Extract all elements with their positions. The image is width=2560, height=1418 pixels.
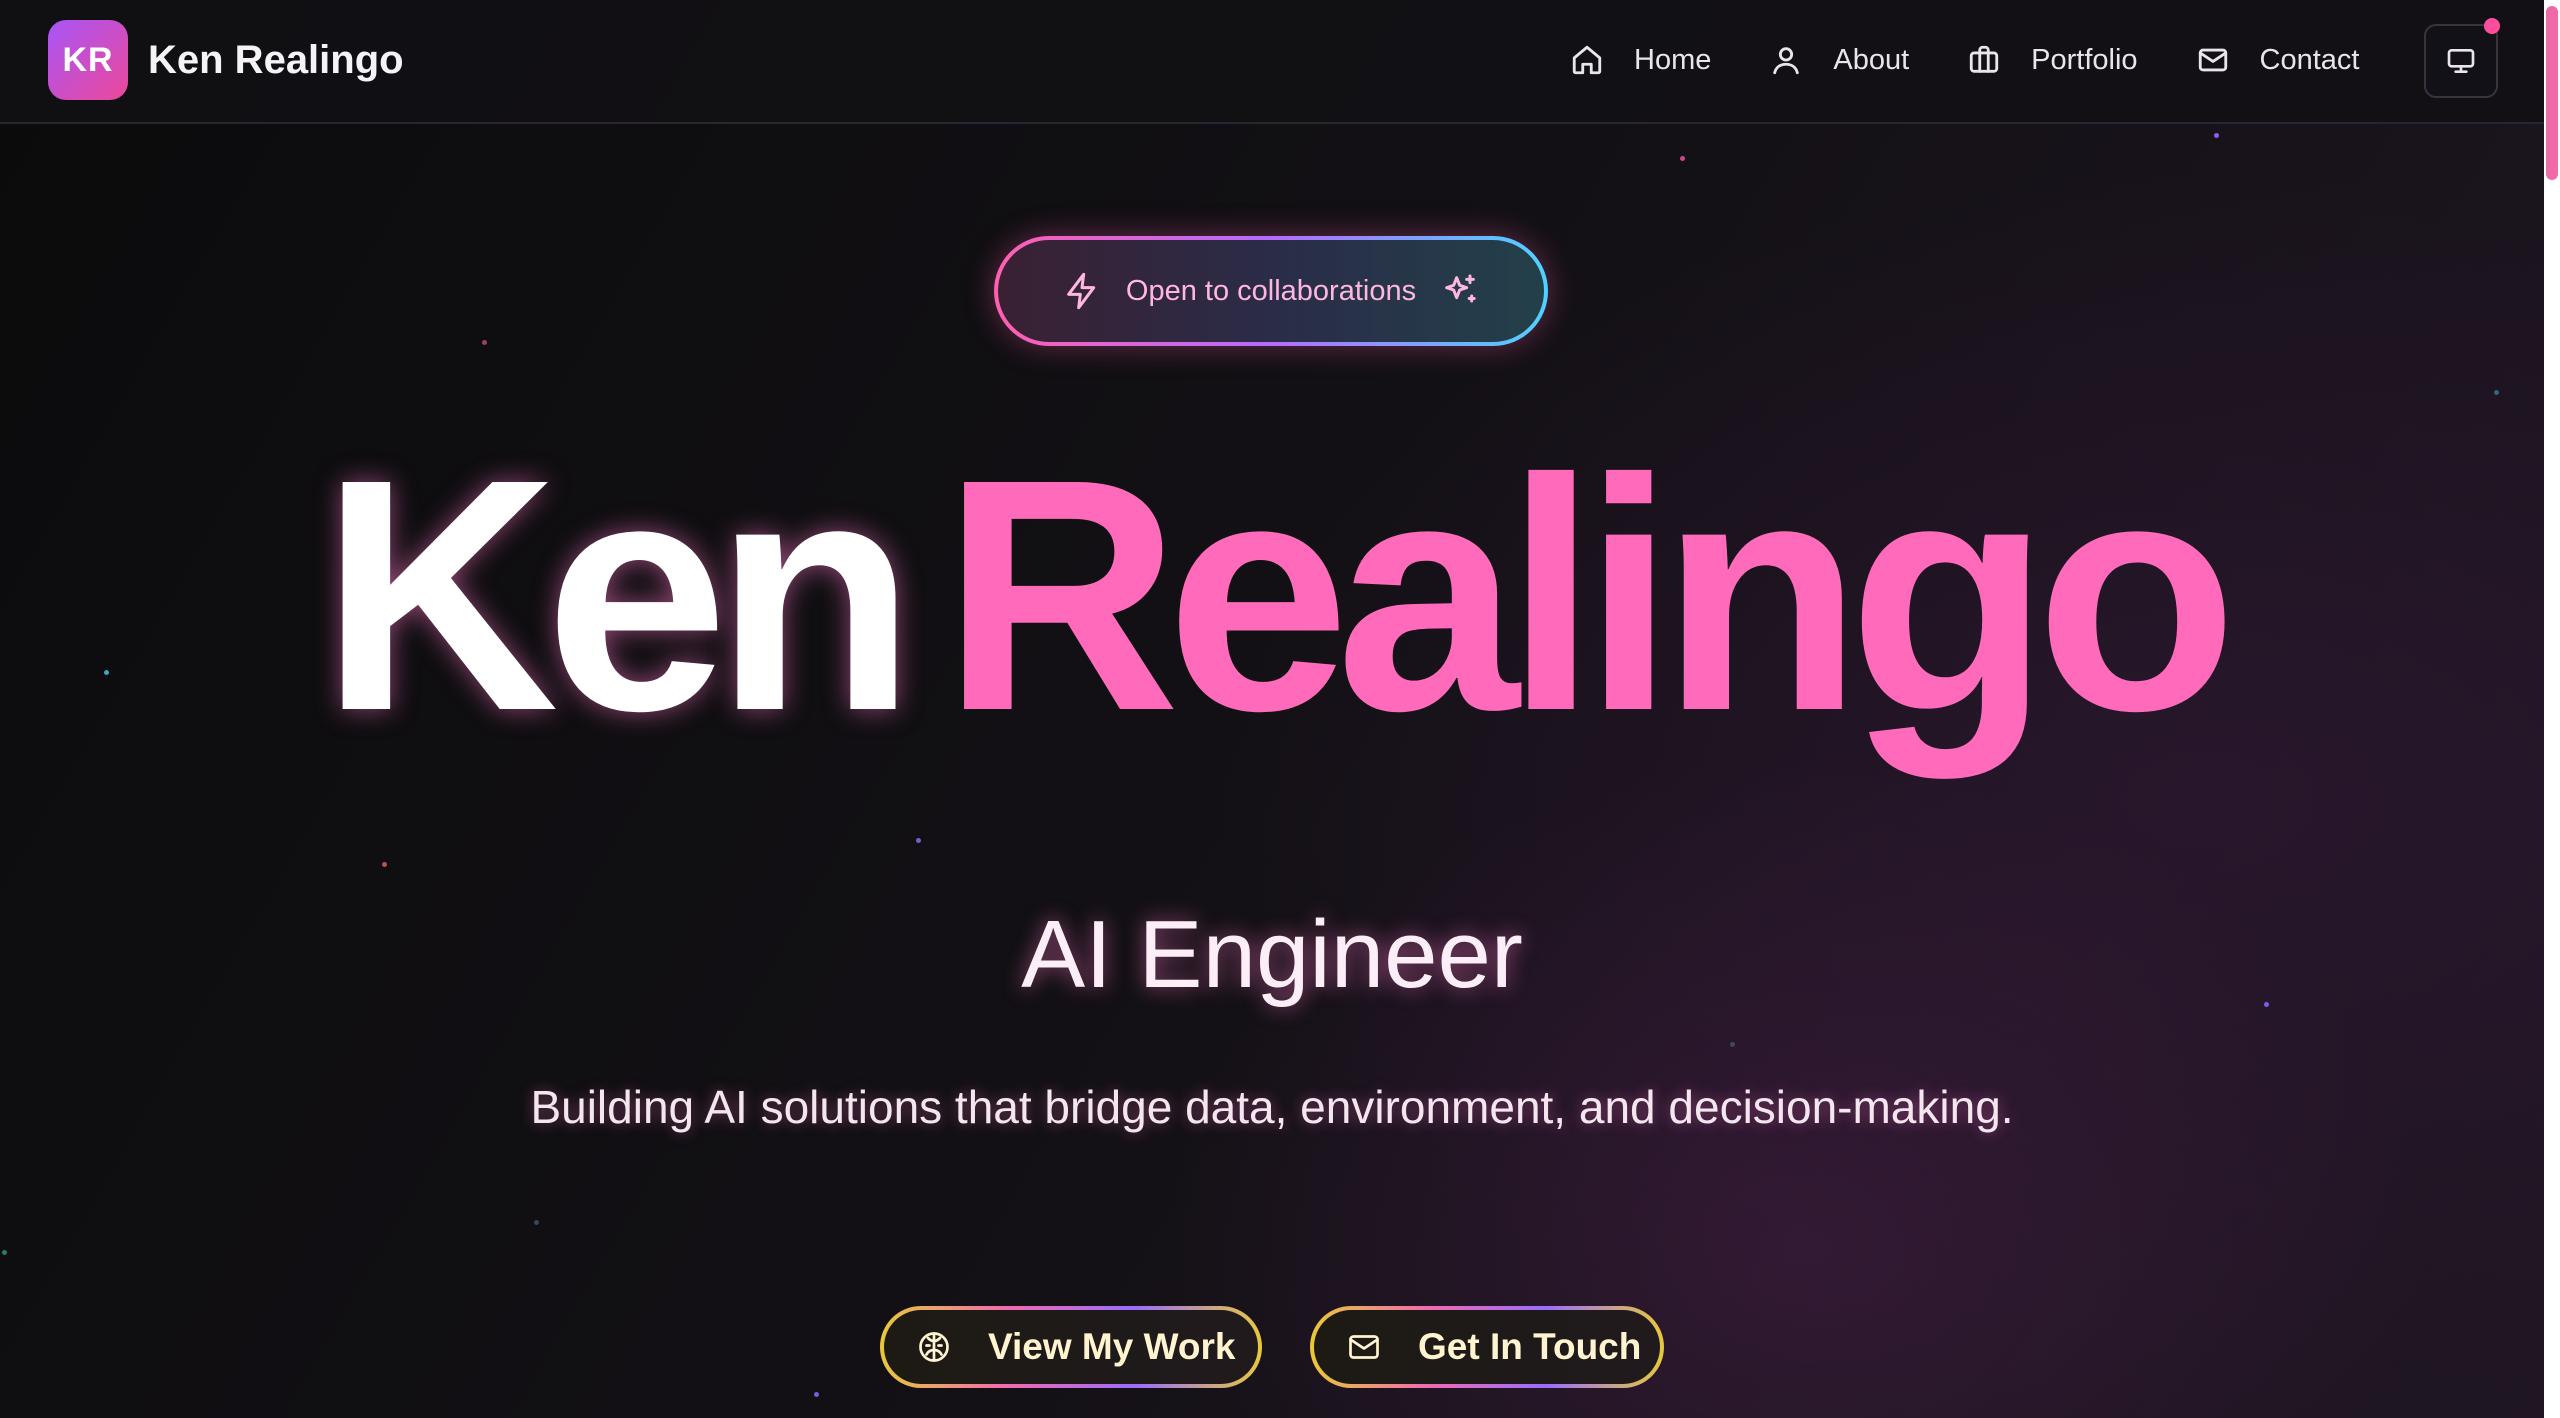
- nav-item-portfolio[interactable]: Portfolio: [1967, 43, 2138, 77]
- get-in-touch-button[interactable]: Get In Touch: [1310, 1306, 1664, 1388]
- star-decoration: [382, 862, 387, 867]
- user-icon: [1773, 47, 1800, 75]
- hero-last-name: Realingo: [941, 410, 2237, 779]
- nav-label-home: Home: [1634, 43, 1712, 76]
- view-my-work-label: View My Work: [988, 1326, 1236, 1367]
- nav-item-home[interactable]: Home: [1570, 43, 1711, 77]
- collaboration-badge[interactable]: Open to collaborations: [994, 236, 1548, 346]
- nav-item-contact[interactable]: Contact: [2196, 43, 2360, 77]
- star-decoration: [2, 1250, 7, 1255]
- star-decoration: [482, 340, 487, 345]
- home-icon: [1572, 45, 1602, 75]
- badge-text: Open to collaborations: [1125, 274, 1417, 307]
- navbar: KR Ken Realingo Home About Portfolio Con…: [0, 0, 2544, 124]
- star-decoration: [1680, 156, 1685, 161]
- sparkles-icon: [1445, 274, 1476, 303]
- notification-dot: [2484, 18, 2500, 34]
- hero-tagline: Building AI solutions that bridge data, …: [530, 1081, 2014, 1133]
- star-decoration: [814, 1392, 819, 1397]
- star-decoration: [2214, 133, 2219, 138]
- nav-label-portfolio: Portfolio: [2031, 43, 2138, 76]
- lightning-icon: [1067, 272, 1096, 310]
- hero-role: AI Engineer: [1021, 901, 1523, 1008]
- nav-label-contact: Contact: [2259, 43, 2360, 76]
- brain-icon: [919, 1332, 949, 1362]
- nav-item-about[interactable]: About: [1769, 43, 1909, 77]
- briefcase-icon: [1969, 45, 1999, 73]
- hero-first-name: Ken: [320, 410, 916, 779]
- view-my-work-button[interactable]: View My Work: [880, 1306, 1262, 1388]
- get-in-touch-label: Get In Touch: [1418, 1326, 1642, 1367]
- scrollbar-thumb[interactable]: [2546, 6, 2558, 180]
- scrollbar-track[interactable]: [2544, 0, 2560, 1418]
- star-decoration: [916, 838, 921, 843]
- page: KR Ken Realingo Home About Portfolio Con…: [0, 0, 2560, 1418]
- star-decoration: [2494, 390, 2499, 395]
- star-decoration: [534, 1220, 539, 1225]
- logo: KR: [48, 20, 128, 100]
- display-mode-button[interactable]: [2424, 24, 2498, 98]
- nav-links: Home About Portfolio Contact: [1570, 30, 2418, 90]
- nav-label-about: About: [1833, 43, 1910, 76]
- brand-link[interactable]: KR Ken Realingo: [48, 20, 404, 100]
- star-decoration: [1730, 1042, 1735, 1047]
- brand-name: Ken Realingo: [148, 37, 404, 82]
- mail-icon: [1349, 1335, 1379, 1359]
- hero-name: Ken Realingo: [0, 430, 2544, 760]
- mail-icon: [2198, 48, 2227, 72]
- monitor-icon: [2447, 48, 2475, 73]
